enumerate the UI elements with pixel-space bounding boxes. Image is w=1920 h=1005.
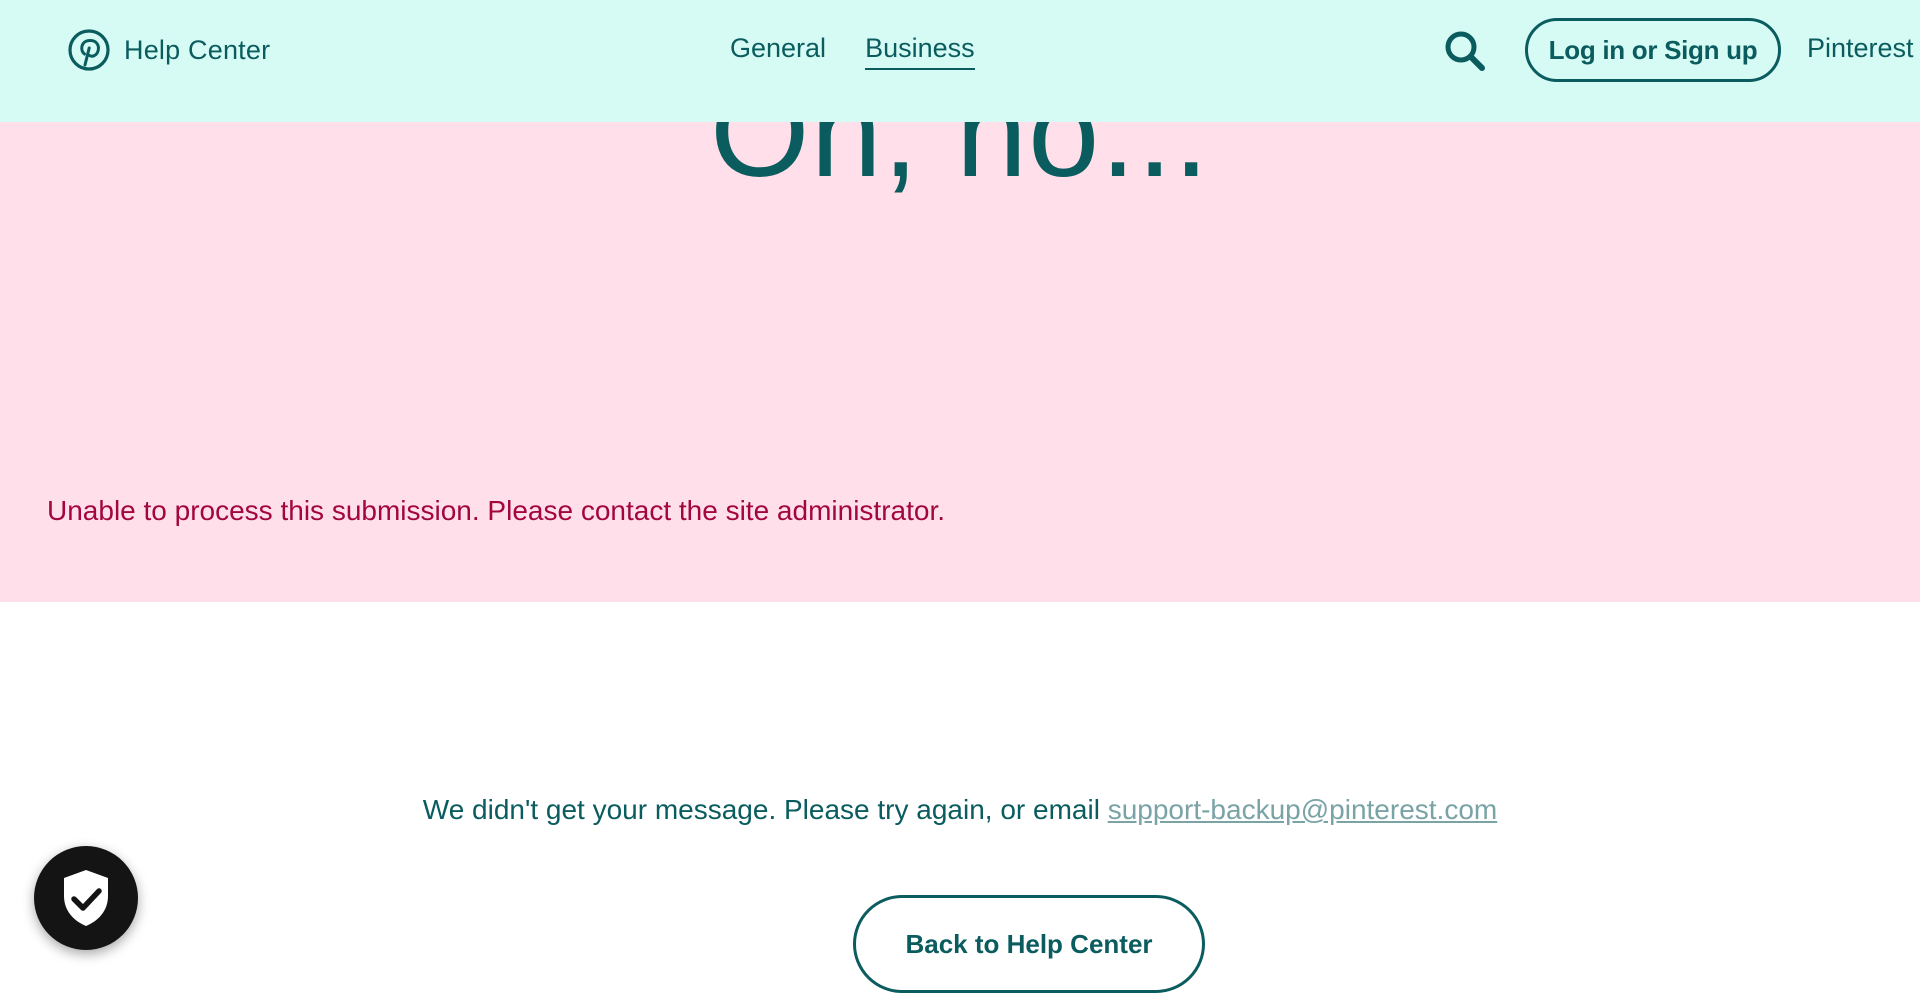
error-band: Oh, no... Unable to process this submiss… [0,122,1920,602]
login-signup-button[interactable]: Log in or Sign up [1525,18,1781,82]
nav-general[interactable]: General [730,33,826,70]
retry-message: We didn't get your message. Please try a… [0,794,1920,826]
error-message: Unable to process this submission. Pleas… [47,495,945,526]
nav-business[interactable]: Business [865,33,975,70]
error-title: Oh, no... [710,122,1210,204]
support-email-link[interactable]: support-backup@pinterest.com [1108,794,1498,825]
pinterest-logo-icon [68,29,110,71]
privacy-badge-button[interactable] [34,846,138,950]
retry-text: We didn't get your message. Please try a… [422,794,1108,825]
shield-check-icon [64,870,108,926]
back-to-help-center-button[interactable]: Back to Help Center [853,895,1205,993]
search-icon [1445,31,1485,71]
brand-label: Help Center [124,34,271,65]
search-button[interactable] [1442,28,1488,74]
main-nav: General Business [730,33,975,70]
site-header: Help Center General Business Log in or S… [0,0,1920,122]
help-center-home-link[interactable]: Help Center [68,29,270,71]
pinterest-link[interactable]: Pinterest [1807,33,1914,64]
